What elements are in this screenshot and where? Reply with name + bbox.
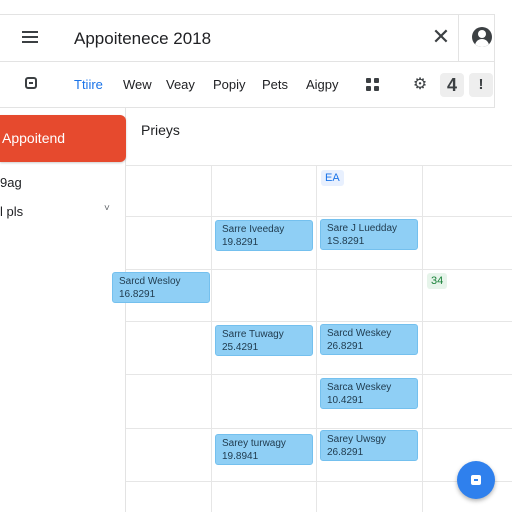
tab-wew[interactable]: Wew (123, 77, 152, 92)
event-detail: 19.8291 (222, 237, 259, 248)
grid-line (126, 216, 512, 217)
event-title: Sarcd Weskey (327, 328, 392, 339)
event-detail: 26.8291 (327, 341, 364, 352)
grid-line (126, 428, 512, 429)
event-title: Sarey turwagy (222, 438, 286, 449)
appointment-event[interactable]: Sarcd Wesloy 16.8291 (112, 272, 210, 303)
date-chip[interactable]: EA (321, 170, 344, 186)
grid-line (316, 165, 317, 512)
count-badge[interactable]: 4 (440, 73, 464, 97)
settings-icon[interactable]: ⚙ (412, 77, 428, 93)
appointment-event[interactable]: Sarre Tuwagy 25.4291 (215, 325, 313, 356)
grid-line (422, 165, 423, 512)
calendar-icon[interactable] (25, 77, 37, 89)
calendar-icon (471, 475, 481, 485)
sidebar-item-9ag[interactable]: 9ag (0, 175, 22, 190)
event-detail: 19.8941 (222, 451, 259, 462)
event-title: Sarre Tuwagy (222, 329, 284, 340)
tab-aigpy[interactable]: Aigpy (306, 77, 339, 92)
header-divider (458, 15, 459, 61)
event-title: Sare J Luedday (327, 223, 398, 234)
hamburger-menu-icon[interactable] (22, 31, 38, 45)
appointment-event[interactable]: Sarcd Weskey 26.8291 (320, 324, 418, 355)
add-event-button[interactable] (457, 461, 495, 499)
event-detail: 16.8291 (119, 289, 156, 300)
sidebar-item-lpls[interactable]: l pls (0, 204, 23, 219)
appointment-event[interactable]: Sarca Weskey 10.4291 (320, 378, 418, 409)
section-heading: Prieys (141, 122, 180, 138)
new-appointment-button[interactable]: Appoitend (0, 115, 126, 162)
tab-pets[interactable]: Pets (262, 77, 288, 92)
appointment-event[interactable]: Sarey Uwsgy 26.8291 (320, 430, 418, 461)
grid-line (126, 374, 512, 375)
apps-grid-icon[interactable] (366, 78, 380, 92)
grid-line (126, 165, 512, 166)
event-detail: 10.4291 (327, 395, 364, 406)
appointment-event[interactable]: Sarre Iveeday 19.8291 (215, 220, 313, 251)
grid-line (211, 165, 212, 512)
sidebar (0, 108, 126, 512)
chevron-down-icon[interactable]: ˅ (104, 203, 110, 214)
event-detail: 26.8291 (327, 447, 364, 458)
avatar[interactable] (472, 27, 492, 47)
event-detail: 1S.8291 (327, 236, 365, 247)
event-title: Sarre Iveeday (222, 224, 285, 235)
close-icon[interactable]: ✕ (430, 25, 452, 49)
appointment-event[interactable]: Sare J Luedday 1S.8291 (320, 219, 418, 250)
grid-line (126, 481, 512, 482)
app-header: Appoitenece 2018 ✕ (0, 14, 495, 62)
grid-line (126, 321, 512, 322)
tab-veay[interactable]: Veay (166, 77, 195, 92)
tab-ttiire[interactable]: Ttiire (74, 77, 103, 92)
page-title: Appoitenece 2018 (74, 29, 212, 48)
event-title: Sarca Weskey (327, 382, 392, 393)
more-options-button[interactable]: ! (469, 73, 493, 97)
event-title: Sarcd Wesloy (119, 276, 181, 287)
event-title: Sarey Uwsgy (327, 434, 386, 445)
tab-popiy[interactable]: Popiy (213, 77, 246, 92)
event-detail: 25.4291 (222, 342, 259, 353)
calendar-grid (126, 165, 512, 512)
date-chip[interactable]: 34 (427, 273, 448, 289)
appointment-event[interactable]: Sarey turwagy 19.8941 (215, 434, 313, 465)
grid-line (126, 269, 512, 270)
